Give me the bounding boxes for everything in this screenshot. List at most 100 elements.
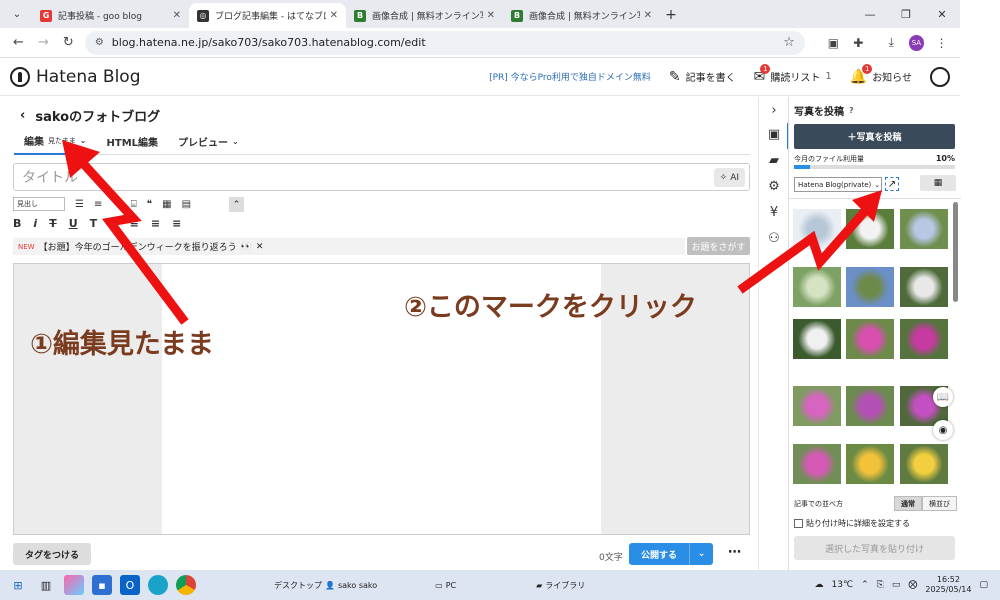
topic-close-icon[interactable]: ✕ bbox=[256, 242, 264, 252]
heading-select[interactable]: 見出し bbox=[13, 197, 65, 211]
photo-thumbnail[interactable] bbox=[793, 319, 841, 359]
grid-view-icon[interactable]: ▦ bbox=[920, 175, 956, 191]
gear-icon[interactable]: ⚙ bbox=[765, 179, 783, 194]
photo-icon[interactable]: ▣ bbox=[765, 127, 783, 142]
detail-checkbox-row[interactable]: 貼り付け時に詳細を設定する bbox=[794, 518, 910, 529]
minimize-icon[interactable]: — bbox=[852, 0, 888, 28]
more-options-icon[interactable]: ⋯ bbox=[728, 545, 741, 560]
puzzle-icon[interactable]: ✚ bbox=[846, 31, 871, 55]
promo-link[interactable]: [PR] 今ならPro利用で独自ドメイン無料 bbox=[489, 70, 651, 83]
network-icon[interactable]: ⎘ bbox=[877, 580, 884, 590]
italic-icon[interactable]: i bbox=[33, 217, 37, 230]
browser-tab-goo[interactable]: G 記事投稿 - goo blog ✕ bbox=[32, 3, 189, 28]
palette-icon[interactable]: ◉ bbox=[933, 420, 953, 440]
sort-normal-button[interactable]: 通常 bbox=[894, 496, 922, 511]
align-right-icon[interactable]: ≡ bbox=[172, 217, 181, 230]
hatena-logo[interactable]: Hatena Blog bbox=[10, 66, 141, 87]
tab-edit-wysiwyg[interactable]: 編集 見たまま ⌄ bbox=[14, 129, 97, 155]
back-icon[interactable]: ← bbox=[6, 31, 31, 55]
add-tag-button[interactable]: タグをつける bbox=[13, 543, 91, 565]
yen-icon[interactable]: ¥ bbox=[765, 205, 783, 220]
photo-thumbnail[interactable] bbox=[900, 209, 948, 249]
tab-close-icon[interactable]: ✕ bbox=[487, 10, 495, 21]
underline-icon[interactable]: U bbox=[69, 217, 78, 230]
help-icon[interactable]: ? bbox=[849, 106, 854, 115]
photo-thumbnail[interactable] bbox=[900, 444, 948, 484]
browser-tab-image-2[interactable]: B 画像合成 | 無料オンライン写真合成 ✕ bbox=[503, 3, 660, 28]
bold-icon[interactable]: B bbox=[13, 217, 21, 230]
more-format-icon[interactable]: ▤ bbox=[182, 199, 191, 210]
store-icon[interactable]: ▪ bbox=[92, 575, 112, 595]
photo-thumbnail[interactable] bbox=[846, 444, 894, 484]
book-icon[interactable]: 📖 bbox=[933, 387, 953, 407]
task-view-icon[interactable]: ▥ bbox=[36, 575, 56, 595]
temperature[interactable]: 13℃ bbox=[832, 580, 854, 590]
photo-thumbnail[interactable] bbox=[846, 209, 894, 249]
collapse-toolbar-icon[interactable]: ⌃ bbox=[229, 197, 244, 212]
publish-button[interactable]: 公開する ⌄ bbox=[629, 543, 713, 565]
restore-icon[interactable]: ❐ bbox=[888, 0, 924, 28]
new-tab-icon[interactable]: + bbox=[660, 4, 682, 26]
reading-list-link[interactable]: ✉ 1 購読リスト 1 bbox=[754, 63, 832, 85]
outlook-icon[interactable]: O bbox=[120, 575, 140, 595]
embed-icon[interactable]: ⌸ bbox=[131, 199, 137, 210]
text-size-icon[interactable]: T bbox=[90, 217, 98, 230]
photo-thumbnail[interactable] bbox=[793, 386, 841, 426]
photo-thumbnail[interactable] bbox=[900, 267, 948, 307]
folder-select[interactable]: Hatena Blog(private) ⌄ bbox=[794, 177, 882, 192]
reload-icon[interactable]: ↻ bbox=[56, 31, 81, 55]
post-photo-button[interactable]: ＋写真を投稿 bbox=[794, 124, 955, 149]
download-icon[interactable]: ⤓ bbox=[879, 31, 904, 55]
back-chevron-icon[interactable]: ‹ bbox=[20, 108, 25, 123]
folder-icon[interactable]: ▰ bbox=[765, 153, 783, 168]
photo-thumbnail[interactable] bbox=[793, 267, 841, 307]
library-toolbar[interactable]: ▰ ライブラリ bbox=[536, 580, 585, 591]
numbered-list-icon[interactable]: ≡ bbox=[94, 199, 102, 210]
paste-selected-button[interactable]: 選択した写真を貼り付け bbox=[794, 536, 955, 560]
topic-bar[interactable]: NEW 【お題】今年のゴールデンウィークを振り返ろう 👀 ✕ bbox=[13, 238, 685, 255]
extension-icon[interactable]: ▣ bbox=[821, 31, 846, 55]
pc-toolbar[interactable]: ▭ PC bbox=[435, 581, 456, 590]
profile-avatar[interactable]: SA bbox=[908, 34, 925, 51]
edge-icon[interactable] bbox=[148, 575, 168, 595]
bookmark-star-icon[interactable]: ☆ bbox=[783, 35, 795, 50]
photo-scrollbar[interactable] bbox=[953, 202, 958, 302]
people-icon[interactable]: ⚇ bbox=[765, 231, 783, 246]
tab-close-icon[interactable]: ✕ bbox=[173, 10, 181, 21]
notification-link[interactable]: 🔔 1 お知らせ bbox=[850, 63, 912, 85]
detail-checkbox[interactable] bbox=[794, 519, 803, 528]
table-icon[interactable]: ▦ bbox=[162, 199, 171, 210]
url-field[interactable]: ⚙ blog.hatena.ne.jp/sako703/sako703.hate… bbox=[84, 30, 805, 55]
forward-icon[interactable]: → bbox=[31, 31, 56, 55]
tab-close-icon[interactable]: ✕ bbox=[330, 10, 338, 21]
battery-icon[interactable]: ▭ bbox=[892, 580, 901, 590]
notification-center-icon[interactable]: ▢ bbox=[979, 580, 988, 590]
close-window-icon[interactable]: ✕ bbox=[924, 0, 960, 28]
tab-search-icon[interactable]: ⌄ bbox=[6, 3, 28, 25]
link-icon[interactable]: ⚭ bbox=[112, 199, 120, 210]
publish-dropdown-icon[interactable]: ⌄ bbox=[689, 543, 713, 565]
photo-thumbnail[interactable] bbox=[846, 319, 894, 359]
desktop-toolbar[interactable]: デスクトップ 👤 sako sako bbox=[274, 580, 377, 591]
write-article-link[interactable]: ✎ 記事を書く bbox=[669, 69, 736, 85]
site-info-icon[interactable]: ⚙ bbox=[95, 37, 104, 48]
find-topic-button[interactable]: お題をさがす bbox=[687, 237, 750, 255]
align-center-icon[interactable]: ≡ bbox=[151, 217, 160, 230]
text-color-icon[interactable]: A bbox=[109, 217, 118, 230]
browser-tab-image-1[interactable]: B 画像合成 | 無料オンライン写真合成 ✕ bbox=[346, 3, 503, 28]
photo-thumbnail[interactable] bbox=[900, 319, 948, 359]
photo-thumbnail[interactable] bbox=[793, 444, 841, 484]
quote-icon[interactable]: ❝ bbox=[147, 199, 152, 210]
windows-start-icon[interactable]: ⊞ bbox=[8, 575, 28, 595]
tab-html-edit[interactable]: HTML編集 bbox=[97, 129, 169, 155]
browser-tab-hatena[interactable]: ◎ ブログ記事編集 - はてなブログ ✕ bbox=[189, 3, 346, 28]
align-left-icon[interactable]: ≡ bbox=[130, 217, 139, 230]
tab-close-icon[interactable]: ✕ bbox=[644, 10, 652, 21]
copilot-icon[interactable] bbox=[64, 575, 84, 595]
collapse-panel-icon[interactable]: › bbox=[765, 103, 783, 118]
photo-thumbnail[interactable] bbox=[793, 209, 841, 249]
sort-horizontal-button[interactable]: 横並び bbox=[922, 496, 957, 511]
chrome-icon[interactable] bbox=[176, 575, 196, 595]
user-avatar-icon[interactable] bbox=[930, 66, 950, 87]
bullet-list-icon[interactable]: ☰ bbox=[75, 199, 84, 210]
